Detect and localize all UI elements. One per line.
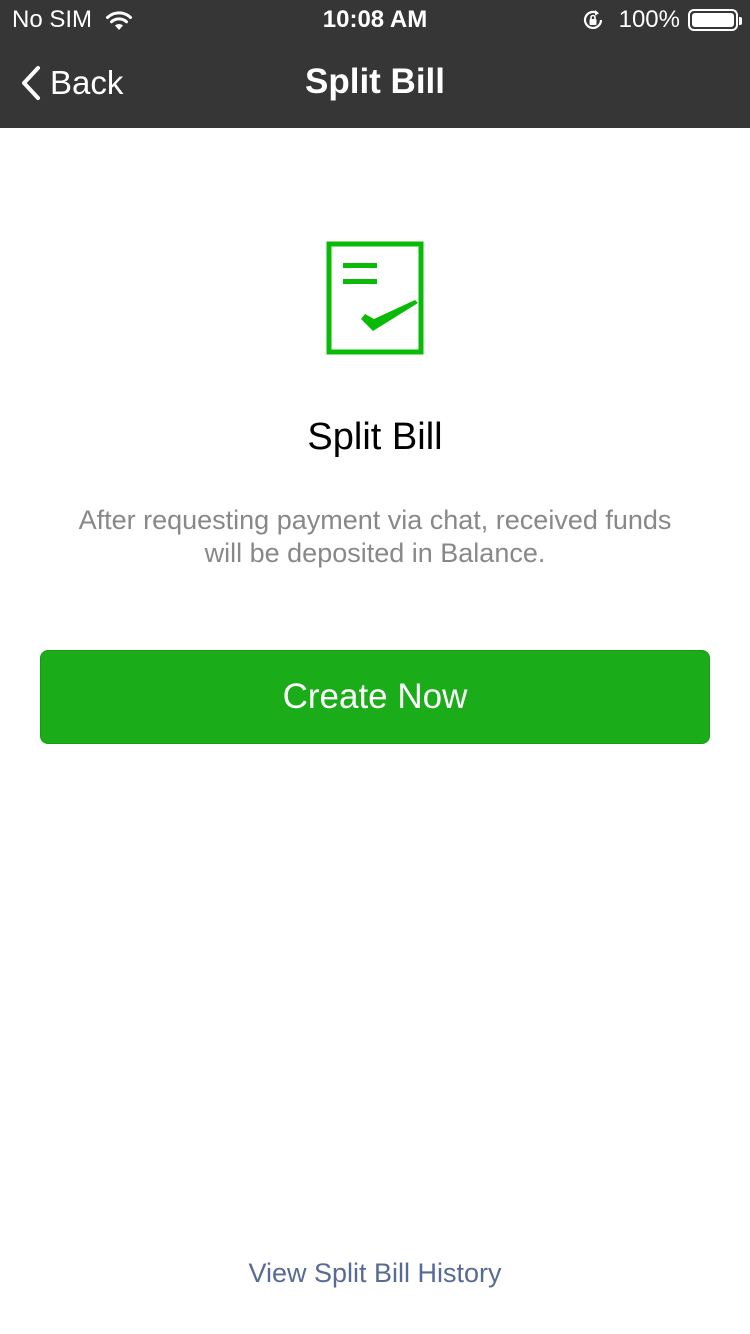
- main-heading: Split Bill: [307, 416, 443, 458]
- page-title: Split Bill: [305, 62, 445, 101]
- status-right-group: 100%: [581, 6, 742, 34]
- top-bar: No SIM 10:08 AM 100% Back Split Bill: [0, 0, 750, 128]
- description-text: After requesting payment via chat, recei…: [78, 505, 672, 568]
- battery-percent: 100%: [618, 6, 680, 33]
- status-bar: No SIM 10:08 AM 100%: [0, 0, 750, 40]
- navigation-bar: Back Split Bill: [0, 40, 750, 128]
- create-now-button[interactable]: Create Now: [40, 650, 710, 744]
- view-history-link[interactable]: View Split Bill History: [0, 1258, 750, 1289]
- battery-icon: [688, 9, 742, 31]
- bill-check-icon: [326, 241, 424, 355]
- create-now-label: Create Now: [282, 677, 468, 716]
- rotation-lock-icon: [583, 10, 602, 29]
